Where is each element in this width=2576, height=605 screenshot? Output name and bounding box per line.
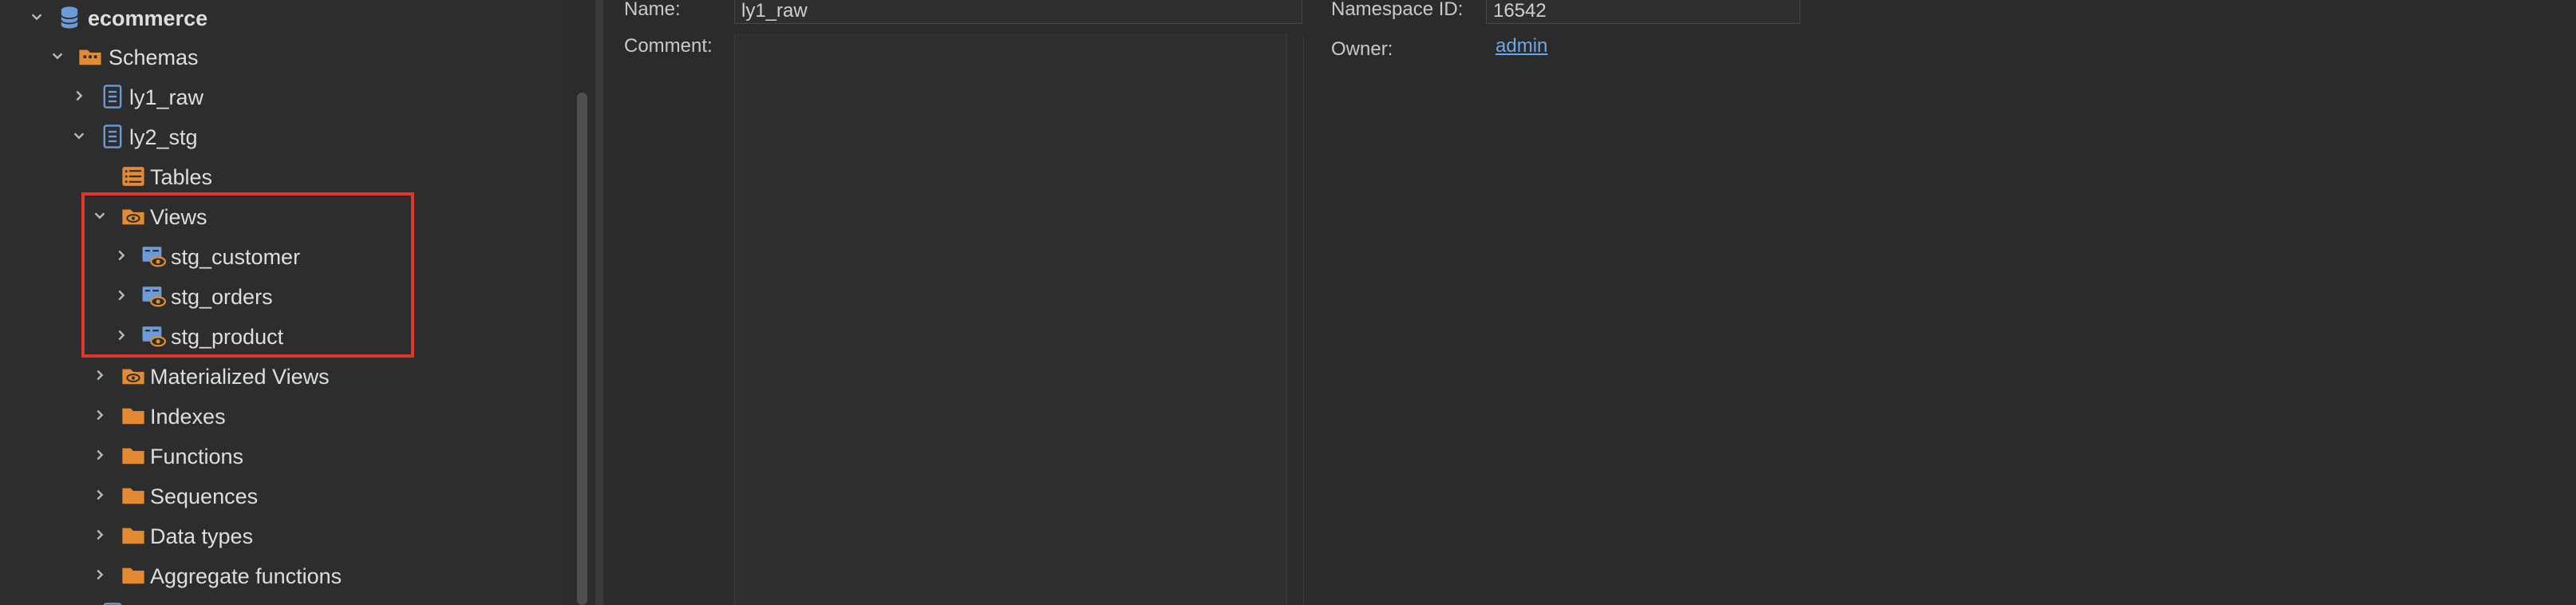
- tree-label-database: ecommerce: [88, 6, 208, 30]
- database-icon: [56, 4, 83, 31]
- folder-icon: [120, 402, 147, 429]
- comment-scrollbar[interactable]: [1286, 34, 1304, 605]
- tree-node-schema-ly2-stg[interactable]: ly2_stg: [0, 117, 559, 157]
- tree-label-aggregate-functions: Aggregate functions: [150, 564, 342, 588]
- views-highlight-box: [81, 192, 414, 358]
- schemas-folder-icon: [77, 43, 104, 70]
- tree-label-functions: Functions: [150, 445, 244, 469]
- tree-node-schema-ly1-raw[interactable]: ly1_raw: [0, 77, 559, 117]
- schema-icon: [99, 601, 126, 605]
- chevron-right-icon[interactable]: [89, 524, 110, 545]
- comment-label: Comment:: [624, 35, 713, 57]
- folder-icon: [120, 442, 147, 469]
- namespace-id-label: Namespace ID:: [1331, 0, 1464, 20]
- tree-node-ecommerce[interactable]: ecommerce: [0, 0, 559, 38]
- name-label: Name:: [624, 0, 681, 20]
- tree-node-tables[interactable]: Tables: [0, 157, 559, 197]
- tree-node-indexes[interactable]: Indexes: [0, 397, 559, 437]
- tree-node-materialized-views[interactable]: Materialized Views: [0, 357, 559, 397]
- tree-label-indexes: Indexes: [150, 405, 226, 429]
- chevron-right-icon[interactable]: [69, 85, 89, 106]
- chevron-right-icon[interactable]: [89, 365, 110, 386]
- chevron-right-icon[interactable]: [89, 484, 110, 505]
- tree-label-schemas: Schemas: [109, 45, 199, 69]
- schema-icon: [99, 83, 126, 110]
- tree-label-materialized-views: Materialized Views: [150, 365, 330, 389]
- panel-splitter[interactable]: [595, 0, 603, 605]
- navigator-scrollbar[interactable]: [563, 0, 595, 605]
- tree-node-data-types[interactable]: Data types: [0, 516, 559, 556]
- tree-node-functions[interactable]: Functions: [0, 437, 559, 476]
- chevron-down-icon[interactable]: [69, 125, 89, 146]
- tree-node-schemas[interactable]: Schemas: [0, 38, 559, 77]
- folder-icon: [120, 522, 147, 549]
- chevron-right-icon[interactable]: [89, 564, 110, 585]
- tree-node-sequences[interactable]: Sequences: [0, 476, 559, 516]
- owner-link[interactable]: admin: [1495, 35, 1547, 57]
- scrollbar-thumb[interactable]: [577, 93, 587, 605]
- tree-node-partial: [0, 596, 559, 605]
- tree-label-schema-raw: ly1_raw: [129, 85, 204, 109]
- views-icon: [120, 362, 147, 389]
- comment-textarea[interactable]: [734, 34, 1287, 605]
- tree-label-data-types: Data types: [150, 524, 254, 548]
- folder-icon: [120, 562, 147, 589]
- tree-label-tables: Tables: [150, 165, 213, 189]
- tree-label-sequences: Sequences: [150, 484, 259, 508]
- chevron-down-icon[interactable]: [47, 45, 68, 66]
- chevron-right-icon[interactable]: [89, 405, 110, 425]
- schema-icon: [99, 123, 126, 150]
- name-field[interactable]: ly1_raw: [734, 0, 1302, 24]
- tree-node-aggregate-functions[interactable]: Aggregate functions: [0, 556, 559, 596]
- namespace-id-field[interactable]: 16542: [1486, 0, 1800, 24]
- properties-panel: Name: ly1_raw Comment: Namespace ID: 165…: [603, 0, 2576, 605]
- tables-icon: [120, 163, 147, 190]
- folder-icon: [120, 482, 147, 509]
- tree-label-schema-stg: ly2_stg: [129, 125, 198, 149]
- owner-label: Owner:: [1331, 38, 1393, 60]
- chevron-right-icon[interactable]: [89, 445, 110, 465]
- navigator-panel: ecommerce Schemas ly1_raw ly2_stg Tables…: [0, 0, 563, 605]
- chevron-down-icon[interactable]: [26, 6, 47, 27]
